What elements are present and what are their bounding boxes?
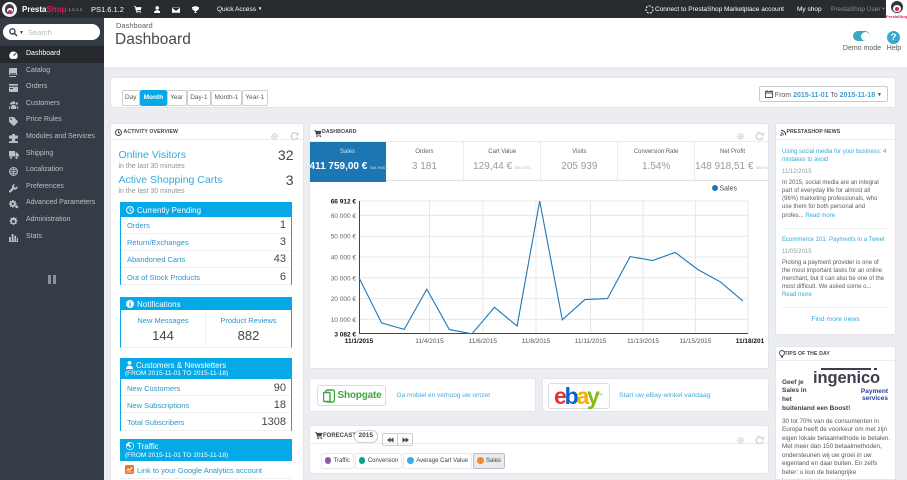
svg-text:20 000 €: 20 000 € [331,296,357,303]
svg-text:11/15/2015: 11/15/2015 [679,338,711,345]
svg-text:11/4/2015: 11/4/2015 [415,338,444,345]
svg-text:11/18/201: 11/18/201 [736,338,765,345]
svg-text:66 912 €: 66 912 € [331,199,357,206]
svg-text:50 000 €: 50 000 € [331,234,357,241]
svg-text:11/13/2015: 11/13/2015 [627,338,659,345]
svg-text:11/6/2015: 11/6/2015 [469,338,498,345]
svg-text:11/8/2015: 11/8/2015 [522,338,551,345]
svg-text:30 000 €: 30 000 € [331,275,357,282]
svg-text:11/11/2015: 11/11/2015 [575,338,607,345]
svg-text:11/1/2015: 11/1/2015 [345,338,374,345]
svg-text:60 000 €: 60 000 € [331,213,357,220]
svg-text:40 000 €: 40 000 € [331,255,357,262]
svg-text:10 000 €: 10 000 € [331,317,357,324]
